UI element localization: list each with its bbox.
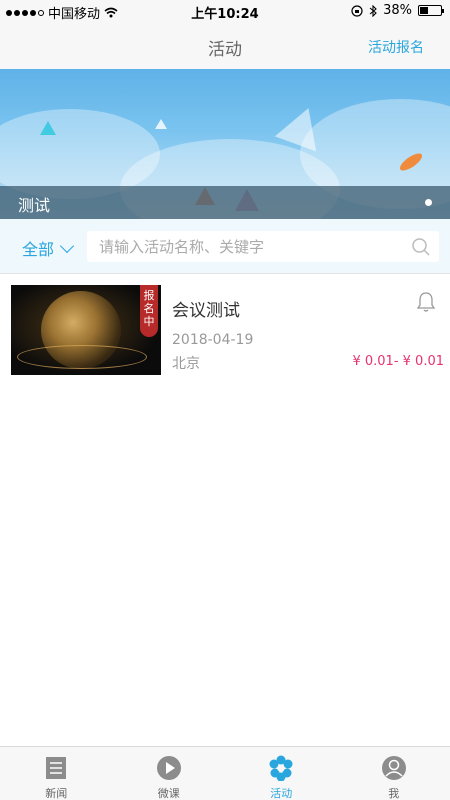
battery-fill [420,7,428,14]
category-dropdown[interactable]: 全部 [22,236,75,260]
tab-activities-label: 活动 [270,787,293,800]
banner-decoration [155,119,167,129]
globe-ring [17,345,147,369]
battery-percent: 38% [383,3,412,18]
activity-thumbnail: 报名中 [11,285,161,375]
nav-bar: 活动 活动报名 [0,22,450,69]
activity-list-item[interactable]: 报名中 会议测试 2018-04-19 北京 ¥ 0.01- ¥ 0.01 [0,275,450,375]
status-bar: 中国移动 上午10:24 38% [0,0,450,22]
tab-microlessons-label: 微课 [157,787,180,800]
banner-carousel[interactable]: 测试 [0,69,450,219]
activity-date: 2018-04-19 [172,332,254,348]
play-icon [156,756,181,780]
tab-news-label: 新闻 [45,787,68,800]
status-bar-right: 38% [351,3,444,18]
activity-title: 会议测试 [172,301,240,321]
tab-news[interactable]: 新闻 [0,747,113,800]
tab-activities[interactable]: 活动 [225,747,338,800]
tab-microlessons[interactable]: 微课 [113,747,226,800]
bell-icon[interactable] [416,291,436,313]
tab-me-label: 我 [388,787,400,800]
news-icon [46,757,67,779]
battery-icon [418,5,444,16]
search-box[interactable] [87,231,439,262]
status-badge: 报名中 [140,285,158,337]
activity-signup-link[interactable]: 活动报名 [368,37,424,57]
activity-location: 北京 [172,356,200,372]
search-input[interactable] [87,231,387,262]
carousel-indicator[interactable] [425,199,432,206]
chevron-down-icon [59,238,75,253]
banner-caption: 测试 [0,186,450,219]
activity-price: ¥ 0.01- ¥ 0.01 [352,354,444,369]
search-icon[interactable] [411,237,431,257]
orientation-lock-icon [351,4,363,17]
banner-title: 测试 [18,196,51,215]
banner-decoration [40,121,56,135]
flower-icon [269,755,293,781]
tab-me[interactable]: 我 [338,747,450,800]
category-dropdown-label: 全部 [22,240,55,259]
bluetooth-icon [369,4,377,17]
filter-bar: 全部 [0,219,450,274]
profile-icon [381,756,406,780]
tab-bar: 新闻 微课 活动 我 [0,746,450,800]
